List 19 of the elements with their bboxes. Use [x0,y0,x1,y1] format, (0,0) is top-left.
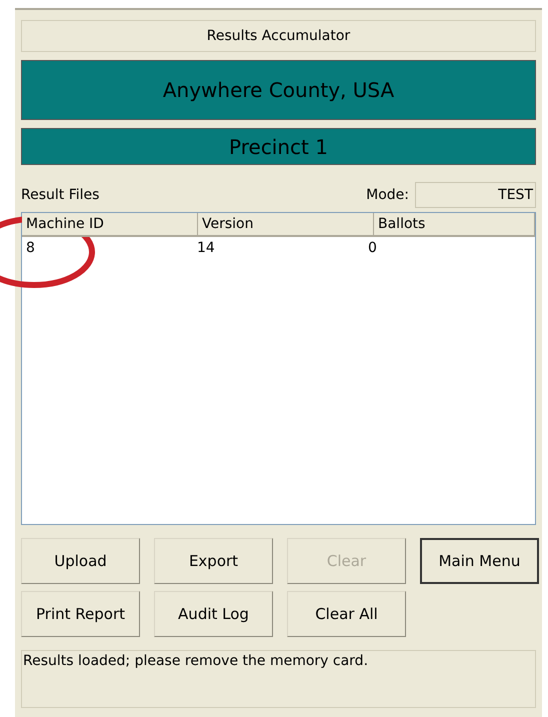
status-message: Results loaded; please remove the memory card. [21,650,536,708]
action-button[interactable]: Export [154,538,273,584]
precinct-banner: Precinct 1 [21,128,536,165]
section-label: Result Files [21,187,100,203]
county-banner: Anywhere County, USA [21,60,536,120]
column-header[interactable]: Machine ID [22,213,198,235]
window-title: Results Accumulator [21,20,536,52]
action-button[interactable]: Clear All [287,591,406,637]
mode-field: TEST [415,182,536,208]
action-button[interactable]: Print Report [21,591,140,637]
action-button[interactable]: Audit Log [154,591,273,637]
action-button[interactable]: Upload [21,538,140,584]
table-cell-text: 8 [25,239,36,258]
column-header[interactable]: Ballots [374,213,535,235]
mode-label: Mode: [366,187,409,203]
column-header[interactable]: Version [198,213,374,235]
table-cell-text: 0 [367,239,378,258]
action-button[interactable]: Main Menu [420,538,539,584]
table-cell-text: 14 [196,239,216,258]
